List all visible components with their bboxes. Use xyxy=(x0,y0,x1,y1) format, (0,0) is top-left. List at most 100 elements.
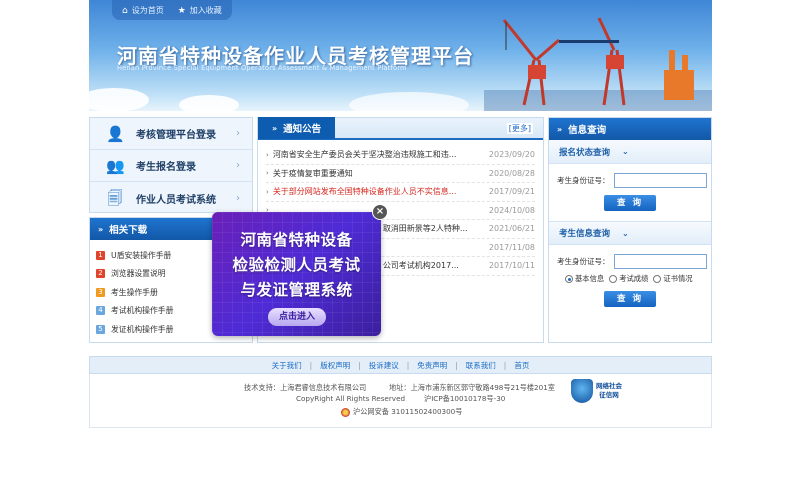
police-badge-icon xyxy=(341,407,350,417)
status-query-button[interactable]: 查 询 xyxy=(604,195,656,211)
address-text: 地址：上海市浦东新区郭守敬路498号21号楼201室 xyxy=(389,383,555,392)
notice-date: 2024/10/08 xyxy=(488,205,535,215)
tab-notices[interactable]: » 通知公告 xyxy=(258,117,336,139)
notice-item[interactable]: › 关于部分网站发布全国特种设备作业人员不实信息... 2017/09/21 xyxy=(266,183,535,202)
star-icon: ★ xyxy=(177,5,186,16)
footer-link[interactable]: 首页 xyxy=(514,360,529,371)
copyright-text: CopyRight All Rights Reserved xyxy=(296,394,406,403)
add-favorite-link[interactable]: ★ 加入收藏 xyxy=(178,5,222,16)
radio-exam-score[interactable]: 考试成绩 xyxy=(609,274,648,284)
menu-item-exam-system[interactable]: 🗐 作业人员考试系统 › xyxy=(90,182,252,214)
shield-icon xyxy=(571,379,593,403)
site-subtitle: Henan Province Special Equipment Operato… xyxy=(117,64,407,72)
cloud-decoration xyxy=(179,95,239,111)
tech-support-text: 技术支持：上海君睿信息技术有限公司 xyxy=(244,383,367,392)
notice-title: 关于疫情复审重要通知 xyxy=(272,168,353,178)
footer-link[interactable]: 投诉建议 xyxy=(369,360,399,371)
popup-title-line-2: 检验检测人员考试 xyxy=(232,256,361,274)
separator: | xyxy=(503,360,507,370)
footer-link[interactable]: 版权声明 xyxy=(320,360,350,371)
download-item-label: 浏览器设置说明 xyxy=(111,269,166,279)
item-number-badge: 1 xyxy=(96,250,105,260)
cloud-decoration xyxy=(349,92,469,111)
popup-enter-button[interactable]: 点击进入 xyxy=(268,308,326,326)
item-number-badge: 4 xyxy=(96,306,105,316)
notice-date: 2017/11/08 xyxy=(488,242,535,252)
menu-item-assessment-login[interactable]: 👤 考核管理平台登录 › xyxy=(90,118,252,150)
police-record[interactable]: 沪公网安备 31011502400300号 xyxy=(341,407,462,417)
home-icon: ⌂ xyxy=(122,5,128,16)
notice-title: 关于部分网站发布全国特种设备作业人员不实信息... xyxy=(272,187,457,197)
info-query-panel: » 信息查询 报名状态查询 ⌄ 考生身份证号： 查 询 考生信息查询 ⌄ 考生身… xyxy=(548,117,712,343)
query-type-radios: 基本信息 考试成绩 证书情况 xyxy=(549,274,711,284)
separator: | xyxy=(309,360,313,370)
popup-title-line-1: 河南省特种设备 xyxy=(240,231,353,249)
radio-certificate[interactable]: 证书情况 xyxy=(653,274,693,284)
notice-date: 2021/06/21 xyxy=(488,224,535,234)
download-item-label: 考试机构操作手册 xyxy=(111,306,174,316)
popup-close-icon[interactable]: × xyxy=(372,204,388,220)
credit-badge[interactable]: 网络社会 征信网 xyxy=(571,379,622,403)
download-item-label: 发证机构操作手册 xyxy=(111,324,174,334)
separator: | xyxy=(455,360,458,370)
notice-title: 公司考试机构2017... xyxy=(382,261,459,271)
info-query-subheader[interactable]: 考生信息查询 ⌄ xyxy=(549,221,711,245)
user-icon: 👤 xyxy=(106,124,125,143)
separator: | xyxy=(358,360,361,370)
separator: | xyxy=(406,360,410,370)
notice-item[interactable]: › 河南省安全生产委员会关于坚决整治违规施工和违... 2023/09/20 xyxy=(266,146,535,165)
item-number-badge: 5 xyxy=(96,324,105,334)
item-number-badge: 3 xyxy=(96,287,105,297)
footer-nav: 关于我们 | 版权声明 | 投诉建议 | 免责声明 | 联系我们 | 首页 xyxy=(89,356,712,374)
download-item-label: 考生操作手册 xyxy=(111,287,158,297)
footer-link[interactable]: 关于我们 xyxy=(272,360,302,371)
crane-illustration xyxy=(484,17,712,111)
notice-date: 2017/09/21 xyxy=(488,187,535,197)
top-nav: ⌂ 设为首页 ★ 加入收藏 xyxy=(112,0,232,20)
footer-info: 技术支持：上海君睿信息技术有限公司 地址：上海市浦东新区郭守敬路498号21号楼… xyxy=(89,374,712,428)
notice-date: 2020/08/28 xyxy=(488,168,535,178)
chevron-right-icon: › xyxy=(236,128,240,139)
user-group-icon: 👥 xyxy=(106,156,125,175)
left-menu: 👤 考核管理平台登录 › 👥 考生报名登录 › 🗐 作业人员考试系统 › xyxy=(89,117,253,213)
status-query-header[interactable]: 报名状态查询 ⌄ xyxy=(549,140,711,164)
info-query-button[interactable]: 查 询 xyxy=(604,291,656,307)
chevron-right-icon: › xyxy=(236,192,240,204)
header-banner: ⌂ 设为首页 ★ 加入收藏 河南省特种设备作业人员考核管理平台 Henan Prov… xyxy=(89,0,712,111)
bullet-icon: › xyxy=(266,187,269,196)
double-chevron-icon: » xyxy=(557,124,563,134)
bullet-icon: › xyxy=(266,169,269,178)
exam-system-popup[interactable]: 河南省特种设备 检验检测人员考试 与发证管理系统 点击进入 xyxy=(212,212,381,336)
footer-link[interactable]: 免责声明 xyxy=(417,360,447,371)
notice-item[interactable]: › 关于疫情复审重要通知 2020/08/28 xyxy=(266,165,535,183)
notice-title: 河南省安全生产委员会关于坚决整治违规施工和违... xyxy=(272,150,457,160)
radio-basic-info[interactable]: 基本信息 xyxy=(565,274,604,284)
chevron-down-icon: ⌄ xyxy=(622,228,629,238)
radio-indicator xyxy=(653,275,662,283)
notice-title: 取消田新景等2人特种... xyxy=(382,224,468,234)
status-id-input[interactable] xyxy=(613,173,707,188)
chevron-right-icon: › xyxy=(236,160,240,171)
footer-link[interactable]: 联系我们 xyxy=(466,360,496,371)
download-item-label: U盾安装操作手册 xyxy=(111,250,172,260)
info-query-header: » 信息查询 xyxy=(549,118,711,140)
menu-item-registration-login[interactable]: 👥 考生报名登录 › xyxy=(90,150,252,182)
popup-title-line-3: 与发证管理系统 xyxy=(240,281,353,299)
info-id-row: 考生身份证号： xyxy=(549,254,711,269)
document-icon: 🗐 xyxy=(107,189,123,207)
radio-indicator xyxy=(565,275,573,283)
radio-indicator xyxy=(609,275,618,283)
notice-header: » 通知公告 [更多] xyxy=(258,117,543,140)
bullet-icon: › xyxy=(266,150,269,159)
status-id-row: 考生身份证号： xyxy=(549,173,711,188)
icp-text[interactable]: 沪ICP备10010178号-30 xyxy=(424,394,505,404)
cloud-decoration xyxy=(89,88,149,111)
item-number-badge: 2 xyxy=(96,269,105,279)
set-home-link[interactable]: ⌂ 设为首页 xyxy=(122,5,164,16)
notice-date: 2017/10/11 xyxy=(488,261,535,271)
more-link[interactable]: [更多] xyxy=(506,122,533,134)
info-id-input[interactable] xyxy=(613,254,707,269)
double-chevron-icon: » xyxy=(272,123,278,133)
chevron-down-icon: ⌄ xyxy=(622,147,629,156)
double-chevron-icon: » xyxy=(98,224,104,234)
